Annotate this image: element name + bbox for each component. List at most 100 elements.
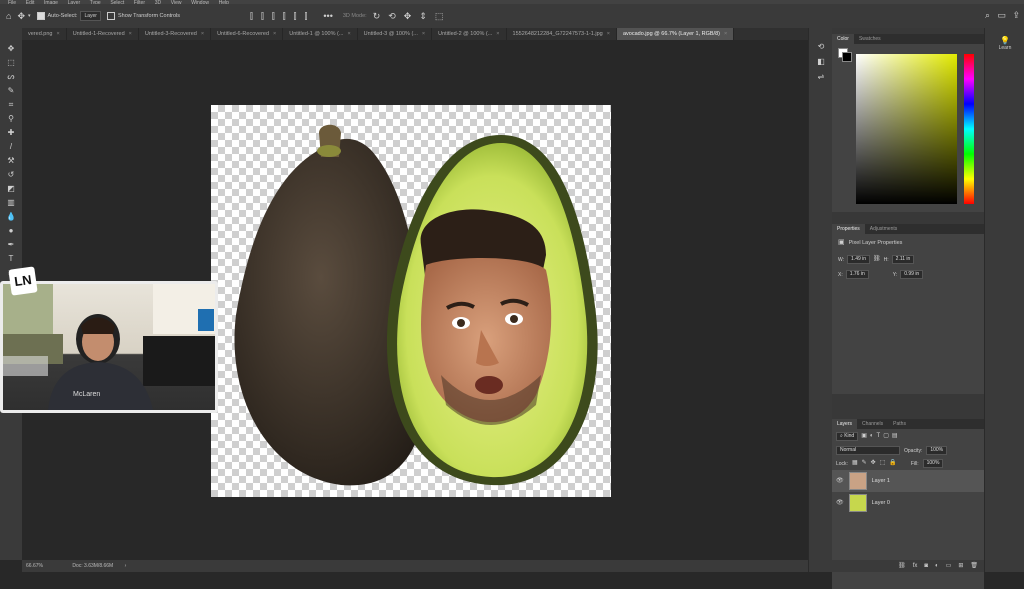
link-layers-icon[interactable]: ⛓ — [898, 562, 906, 571]
lock-image-icon[interactable]: ✎ — [862, 459, 867, 468]
lock-position-icon[interactable]: ✥ — [871, 459, 876, 468]
3d-orbit-icon[interactable]: ↻ — [373, 11, 381, 21]
document-canvas[interactable] — [211, 105, 611, 497]
tab-document[interactable]: Untitled-6-Recovered × — [211, 28, 284, 40]
search-icon[interactable]: ⌕ — [985, 11, 990, 20]
history-icon[interactable]: ⟲ — [809, 42, 833, 51]
layer-name[interactable]: Layer 1 — [872, 478, 890, 484]
tab-document-active[interactable]: avocado.jpg @ 66.7% (Layer 1, RGB/8) × — [616, 28, 735, 40]
crop-tool-icon[interactable]: ⌗ — [0, 98, 22, 112]
pen-tool-icon[interactable]: ✒ — [0, 238, 22, 252]
eraser-tool-icon[interactable]: ◩ — [0, 182, 22, 196]
trash-icon[interactable]: 🗑 — [970, 562, 978, 571]
x-field[interactable]: 1.76 in — [845, 270, 869, 279]
3d-slide-icon[interactable]: ⇕ — [419, 11, 427, 21]
adjustment-layer-icon[interactable]: ◐ — [935, 562, 939, 571]
link-icon[interactable]: ⛓ — [873, 255, 881, 264]
type-tool-icon[interactable]: T — [0, 252, 22, 266]
tab-properties[interactable]: Properties — [832, 224, 865, 234]
auto-select-option[interactable]: Auto-Select: Layer — [36, 11, 101, 21]
clone-stamp-tool-icon[interactable]: ⚒ — [0, 154, 22, 168]
tab-document[interactable]: Untitled-3 @ 100% (... × — [358, 28, 433, 40]
align-left-icon[interactable]: ⫿ — [250, 11, 253, 21]
more-options-icon[interactable]: ••• — [323, 11, 332, 21]
align-middle-icon[interactable]: ⫿ — [294, 11, 297, 21]
healing-brush-tool-icon[interactable]: ✚ — [0, 126, 22, 140]
tab-channels[interactable]: Channels — [857, 419, 888, 429]
move-tool-icon[interactable]: ✥ — [0, 42, 22, 56]
tab-color[interactable]: Color — [832, 34, 854, 44]
tab-document[interactable]: 1552648212284_G72247573-1-1.jpg × — [507, 28, 617, 40]
close-icon[interactable]: × — [56, 31, 59, 37]
tab-document[interactable]: Untitled-3-Recovered × — [139, 28, 212, 40]
tab-layers[interactable]: Layers — [832, 419, 858, 429]
layer-name[interactable]: Layer 0 — [872, 500, 890, 506]
new-layer-icon[interactable]: ⊞ — [958, 562, 963, 571]
close-icon[interactable]: × — [496, 31, 499, 37]
brush-settings-icon[interactable]: ◧ — [809, 57, 833, 66]
3d-roll-icon[interactable]: ⟲ — [388, 11, 396, 21]
zoom-level[interactable]: 66.67% — [26, 563, 43, 569]
home-icon[interactable]: ⌂ — [6, 11, 11, 21]
quick-select-tool-icon[interactable]: ✎ — [0, 84, 22, 98]
hue-slider[interactable] — [964, 54, 974, 204]
tab-document[interactable]: Untitled-2 @ 100% (... × — [432, 28, 507, 40]
filter-type-icon[interactable]: T — [877, 432, 881, 441]
y-field[interactable]: 0.99 in — [900, 270, 924, 279]
tab-swatches[interactable]: Swatches — [854, 34, 886, 44]
width-field[interactable]: 1.49 in — [847, 255, 871, 264]
eye-icon[interactable]: 👁 — [836, 477, 844, 486]
3d-scale-icon[interactable]: ⬚ — [435, 11, 444, 21]
close-icon[interactable]: × — [607, 31, 610, 37]
workspace-icon[interactable]: ▭ — [997, 11, 1006, 20]
chevron-right-icon[interactable]: › — [125, 563, 127, 569]
close-icon[interactable]: × — [422, 31, 425, 37]
brush-tool-icon[interactable]: / — [0, 140, 22, 154]
filter-shape-icon[interactable]: ▢ — [883, 432, 889, 441]
history-brush-tool-icon[interactable]: ↺ — [0, 168, 22, 182]
height-field[interactable]: 2.11 in — [891, 255, 915, 264]
align-right-icon[interactable]: ⫿ — [272, 11, 275, 21]
align-center-icon[interactable]: ⫿ — [261, 11, 264, 21]
close-icon[interactable]: × — [201, 31, 204, 37]
close-icon[interactable]: × — [724, 31, 727, 37]
color-field[interactable] — [856, 54, 957, 204]
fx-icon[interactable]: fx — [913, 562, 918, 571]
close-icon[interactable]: × — [347, 31, 350, 37]
fill-field[interactable]: 100% — [922, 459, 944, 468]
align-top-icon[interactable]: ⫿ — [283, 11, 286, 21]
close-icon[interactable]: × — [129, 31, 132, 37]
learn-button[interactable]: 💡 Learn — [989, 36, 1021, 51]
marquee-tool-icon[interactable]: ⬚ — [0, 56, 22, 70]
tab-adjustments[interactable]: Adjustments — [865, 224, 903, 234]
layer-row[interactable]: 👁 Layer 1 — [832, 470, 984, 492]
add-mask-icon[interactable]: ◙ — [924, 562, 928, 571]
opacity-field[interactable]: 100% — [926, 446, 948, 455]
eye-icon[interactable]: 👁 — [836, 499, 844, 508]
chevron-down-icon[interactable]: ▾ — [28, 12, 31, 21]
layer-filter-kind[interactable]: ⌕ Kind — [836, 432, 859, 441]
dodge-tool-icon[interactable]: ● — [0, 224, 22, 238]
group-icon[interactable]: ▭ — [946, 562, 952, 571]
align-bottom-icon[interactable]: ⫿ — [305, 11, 308, 21]
lock-all-icon[interactable]: 🔒 — [889, 459, 896, 468]
move-tool-icon[interactable]: ✥ — [17, 11, 25, 21]
3d-pan-icon[interactable]: ✥ — [404, 11, 412, 21]
gradient-tool-icon[interactable]: ▥ — [0, 196, 22, 210]
lock-artboard-icon[interactable]: ⬚ — [880, 459, 886, 468]
filter-smart-object-icon[interactable]: ▤ — [892, 432, 898, 441]
tab-document[interactable]: vered.png × — [22, 28, 67, 40]
layer-row[interactable]: 👁 Layer 0 — [832, 492, 984, 514]
lasso-tool-icon[interactable]: ᔕ — [0, 70, 22, 84]
auto-select-target-dropdown[interactable]: Layer — [80, 11, 101, 21]
tab-document[interactable]: Untitled-1 @ 100% (... × — [283, 28, 358, 40]
blend-mode-dropdown[interactable]: Normal — [836, 446, 900, 455]
background-color-swatch[interactable] — [842, 52, 852, 62]
filter-pixel-icon[interactable]: ▣ — [861, 432, 867, 441]
tab-document[interactable]: Untitled-1-Recovered × — [67, 28, 139, 40]
share-icon[interactable]: ⇪ — [1012, 11, 1020, 20]
adjustments-icon[interactable]: ⇌ — [809, 72, 833, 81]
eyedropper-tool-icon[interactable]: ⚲ — [0, 112, 22, 126]
close-icon[interactable]: × — [273, 31, 276, 37]
auto-select-checkbox[interactable] — [36, 12, 45, 20]
